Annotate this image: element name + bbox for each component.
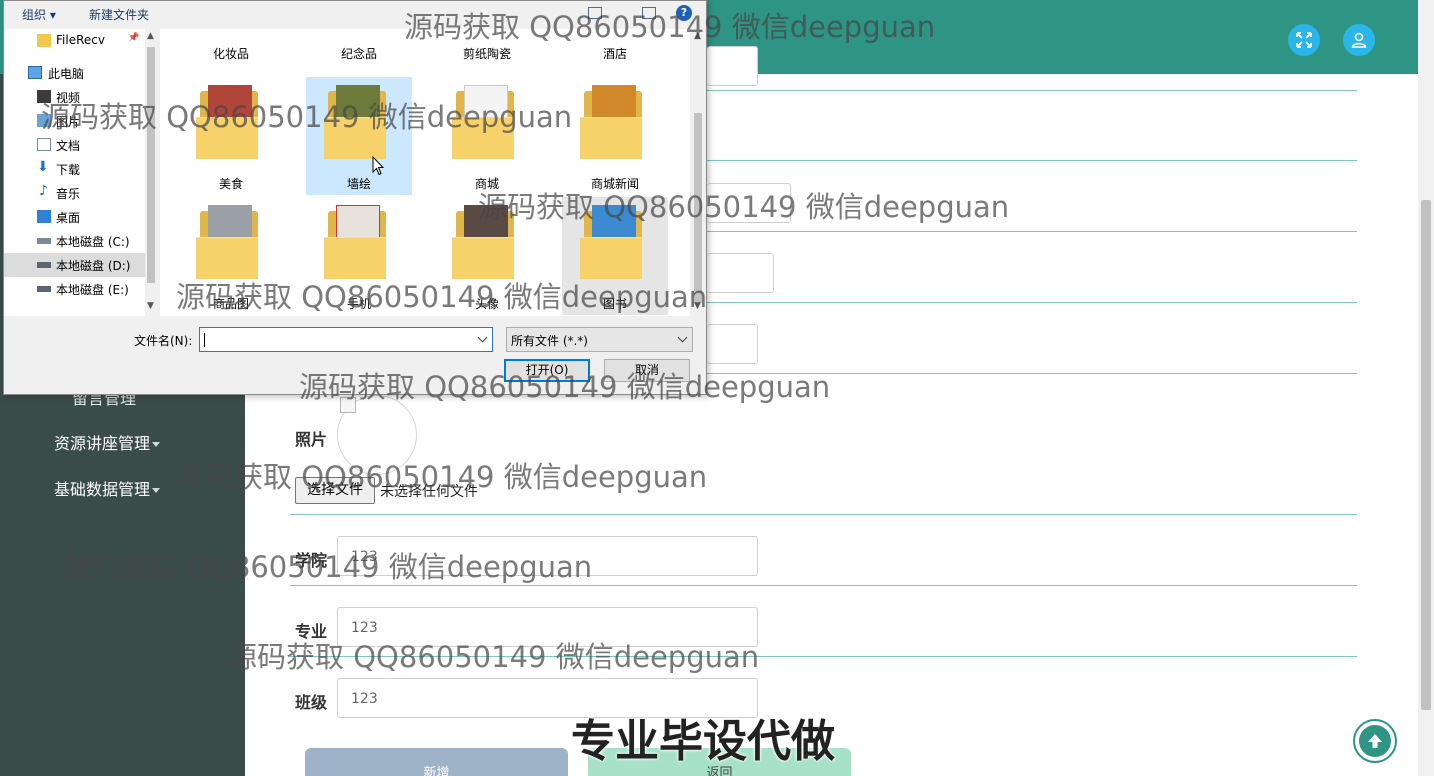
submit-button[interactable]: 新增	[305, 748, 568, 776]
hidden-input-fragment[interactable]	[707, 183, 791, 223]
chevron-down-icon	[677, 332, 688, 343]
files-scrollbar[interactable]: ▲ ▼	[690, 29, 706, 316]
arrow-up-icon	[1368, 734, 1382, 748]
nav-item-filerecv[interactable]: FileRecv 📌	[4, 29, 145, 53]
nav-item-this-pc[interactable]: 此电脑	[4, 61, 145, 85]
user-button[interactable]	[1343, 24, 1375, 56]
drive-icon	[37, 238, 51, 244]
major-label: 专业	[295, 622, 328, 641]
fullscreen-button[interactable]	[1288, 24, 1320, 56]
new-folder-button[interactable]: 新建文件夹	[89, 6, 149, 23]
caret-down-icon	[152, 442, 161, 447]
nav-item-drive-d[interactable]: 本地磁盘 (D:)	[4, 253, 145, 277]
scrollbar-thumb[interactable]	[1421, 200, 1431, 710]
text-cursor	[204, 333, 205, 347]
desktop-icon	[37, 210, 51, 223]
choose-file-button[interactable]: 选择文件	[295, 477, 375, 504]
expand-icon	[1296, 32, 1312, 48]
hidden-input-fragment[interactable]	[707, 253, 774, 293]
document-icon	[37, 138, 51, 151]
folder-item[interactable]: 商城	[434, 77, 540, 195]
music-icon: ♪	[39, 183, 48, 199]
folder-item[interactable]: 酒店	[562, 29, 668, 65]
files-pane: 化妆品 纪念品 剪纸陶瓷 酒店 美食 墙绘 商城 商城新闻 商品图 手机 头像 …	[160, 29, 690, 316]
nav-item-drive-c[interactable]: 本地磁盘 (C:)	[4, 229, 145, 253]
open-button[interactable]: 打开(O)	[504, 359, 590, 382]
form-divider	[290, 514, 1357, 515]
scroll-down-icon[interactable]: ▼	[147, 301, 154, 311]
folder-item-selected[interactable]: 墙绘	[306, 77, 412, 195]
preview-pane-icon[interactable]	[642, 7, 656, 19]
drive-icon	[37, 286, 51, 292]
hidden-input-fragment[interactable]	[707, 46, 758, 86]
nav-item-drive-e[interactable]: 本地磁盘 (E:)	[4, 277, 145, 301]
dialog-toolbar: 组织 ▾ 新建文件夹 ?	[4, 1, 706, 27]
filetype-select[interactable]: 所有文件 (*.*)	[506, 327, 693, 352]
nav-item-videos[interactable]: 视频	[4, 85, 145, 109]
scroll-up-icon[interactable]: ▲	[147, 31, 154, 41]
folder-item[interactable]: 手机	[306, 197, 412, 315]
organize-menu[interactable]: 组织 ▾	[22, 6, 56, 23]
folder-item[interactable]: 纪念品	[306, 29, 412, 65]
folder-item[interactable]: 美食	[178, 77, 284, 195]
nav-item-music[interactable]: ♪ 音乐	[4, 181, 145, 205]
class-label: 班级	[295, 693, 328, 712]
major-input[interactable]: 123	[337, 607, 758, 647]
folder-item[interactable]: 商城新闻	[562, 77, 668, 195]
filename-label: 文件名(N):	[134, 334, 193, 348]
scroll-up-icon[interactable]: ▲	[694, 31, 701, 41]
filename-input[interactable]	[199, 327, 493, 352]
nav-scrollbar-thumb[interactable]	[147, 47, 155, 283]
form-divider	[290, 656, 1357, 657]
computer-icon	[28, 66, 42, 79]
user-icon	[1351, 32, 1367, 48]
chevron-down-icon[interactable]	[477, 332, 488, 343]
sidebar-item-resources[interactable]: 资源讲座管理	[54, 430, 161, 454]
files-scrollbar-thumb[interactable]	[694, 113, 702, 303]
folder-icon	[37, 34, 51, 47]
view-options-icon[interactable]	[588, 7, 602, 19]
promo-stamp: 专业毕设代做	[571, 716, 835, 767]
hidden-input-fragment[interactable]	[707, 324, 758, 364]
nav-item-documents[interactable]: 文档	[4, 133, 145, 157]
pin-icon: 📌	[128, 33, 140, 43]
college-label: 学院	[295, 551, 328, 570]
folder-item[interactable]: 图书	[562, 197, 668, 315]
caret-down-icon	[152, 488, 161, 493]
sidebar-item-basic-data[interactable]: 基础数据管理	[54, 476, 161, 500]
cancel-button[interactable]: 取消	[604, 359, 690, 382]
back-to-top-button[interactable]	[1353, 719, 1397, 763]
file-status-text: 未选择任何文件	[380, 484, 478, 500]
folder-item[interactable]: 商品图	[178, 197, 284, 315]
drive-icon	[37, 262, 51, 268]
photo-label: 照片	[295, 430, 328, 449]
mouse-pointer-icon	[372, 156, 384, 176]
nav-scrollbar[interactable]: ▲ ▼	[145, 29, 157, 316]
folder-item[interactable]: 化妆品	[178, 29, 284, 65]
college-input[interactable]: 123	[337, 536, 758, 576]
help-icon[interactable]: ?	[676, 5, 692, 21]
picture-icon	[37, 114, 51, 127]
download-icon: ⬇	[37, 159, 49, 175]
broken-image-icon	[340, 397, 356, 413]
video-icon	[37, 90, 51, 103]
navigation-pane: FileRecv 📌 此电脑 视频 图片 文档 ⬇ 下载 ♪ 音乐 桌面 本地磁…	[4, 29, 157, 316]
page-scrollbar[interactable]	[1418, 0, 1434, 776]
folder-item[interactable]: 剪纸陶瓷	[434, 29, 540, 65]
nav-item-desktop[interactable]: 桌面	[4, 205, 145, 229]
form-divider	[290, 585, 1357, 586]
file-open-dialog: 组织 ▾ 新建文件夹 ? FileRecv 📌 此电脑 视频 图片 文档 ⬇ 下…	[3, 0, 707, 395]
nav-item-downloads[interactable]: ⬇ 下载	[4, 157, 145, 181]
nav-item-pictures[interactable]: 图片	[4, 109, 145, 133]
folder-item[interactable]: 头像	[434, 197, 540, 315]
scroll-down-icon[interactable]: ▼	[694, 301, 701, 311]
